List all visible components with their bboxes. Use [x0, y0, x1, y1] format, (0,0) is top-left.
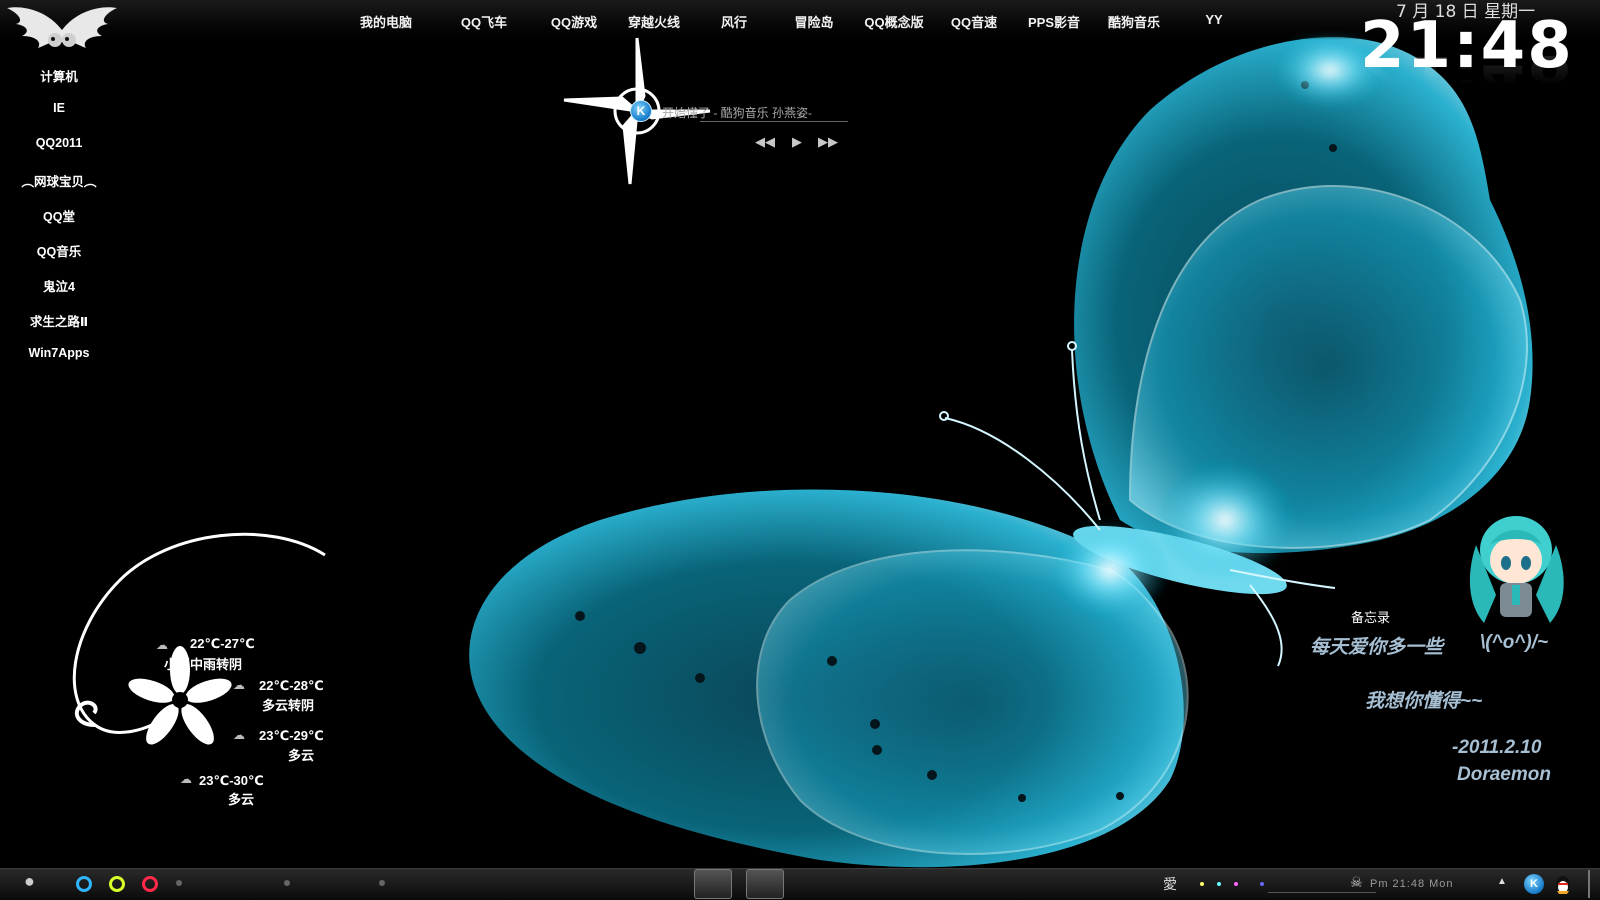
- progress-line: [700, 121, 848, 122]
- show-hidden-icons-button[interactable]: ▲: [1497, 876, 1507, 887]
- tray-divider: [1268, 892, 1376, 893]
- dock-item-qq-yinsu[interactable]: QQ音速: [951, 12, 997, 31]
- apple-start-icon[interactable]: ●: [24, 871, 35, 892]
- weather-today-temp: 22℃-27℃: [190, 636, 255, 651]
- tray-dot-icon: [1217, 882, 1221, 886]
- memo-emoticon: \(^o^)/~: [1480, 632, 1549, 653]
- weather-day2-temp: 22℃-28℃: [259, 678, 324, 693]
- memo-title: 备忘录: [1351, 610, 1391, 625]
- taskbar-window-button-1[interactable]: [694, 869, 732, 899]
- now-playing-title: 开始懂了 - 酷狗音乐 孙燕姿-: [662, 106, 812, 120]
- yellow-ring-icon[interactable]: [109, 876, 125, 892]
- cloudy-icon: ☁: [233, 678, 245, 692]
- skull-icon: ☠: [1350, 874, 1363, 890]
- weather-day4-desc: 多云: [228, 792, 255, 807]
- previous-track-button[interactable]: ◀◀: [755, 134, 775, 150]
- taskbar-window-button-2[interactable]: [746, 869, 784, 899]
- desktop-icon-win7apps[interactable]: Win7Apps: [29, 346, 90, 360]
- tray-dot-icon: [1200, 882, 1204, 886]
- winged-skull-logo-icon: [7, 7, 117, 48]
- desktop-icon-qq-music[interactable]: QQ音乐: [37, 241, 81, 260]
- weather-today-desc: 小到中雨转阴: [164, 657, 243, 672]
- desktop-icon-qq2011[interactable]: QQ2011: [36, 136, 83, 150]
- weather-day2-desc: 多云转阴: [262, 698, 315, 713]
- cloudy-icon: ☁: [180, 772, 192, 786]
- memo-author: Doraemon: [1457, 764, 1551, 785]
- red-ring-icon[interactable]: [142, 876, 158, 892]
- play-button[interactable]: ▶: [792, 134, 802, 150]
- tray-clock[interactable]: Pm 21:48 Mon: [1370, 878, 1454, 890]
- dock-item-qq-game[interactable]: QQ游戏: [551, 12, 597, 31]
- desktop-icon-devil-may-cry[interactable]: 鬼泣4: [43, 276, 75, 295]
- desktop-icon-left4dead2[interactable]: 求生之路Ⅱ: [30, 311, 88, 330]
- dock-item-my-computer[interactable]: 我的电脑: [360, 12, 412, 31]
- tray-love-text[interactable]: 愛: [1163, 874, 1177, 894]
- dock-item-yy[interactable]: YY: [1205, 12, 1222, 27]
- weather-day4-temp: 23℃-30℃: [199, 773, 264, 788]
- tray-dot-icon: [1260, 882, 1264, 886]
- dock-dot-icon[interactable]: [176, 880, 182, 886]
- blue-ring-icon[interactable]: [76, 876, 92, 892]
- dock-item-crossfire[interactable]: 穿越火线: [628, 12, 680, 31]
- dock-item-maplestory[interactable]: 冒险岛: [794, 12, 833, 31]
- tray-dot-icon: [1234, 882, 1238, 886]
- show-desktop-button[interactable]: [1588, 870, 1590, 898]
- dock-dot-icon[interactable]: [379, 880, 385, 886]
- weather-day3-desc: 多云: [288, 748, 315, 763]
- dock-item-qq-concept[interactable]: QQ概念版: [864, 12, 923, 31]
- desktop-icon-tennis[interactable]: ︵网球宝贝︵: [21, 171, 96, 190]
- desktop-icon-ie[interactable]: IE: [53, 101, 65, 115]
- desktop-icon-computer[interactable]: 计算机: [40, 66, 78, 85]
- anime-mascot-icon: [1469, 516, 1564, 623]
- rain-cloud-icon: ☁: [156, 638, 168, 652]
- kugou-icon[interactable]: K: [630, 100, 652, 122]
- memo-date: -2011.2.10: [1452, 737, 1542, 758]
- dock-item-kugou[interactable]: 酷狗音乐: [1108, 12, 1160, 31]
- next-track-button[interactable]: ▶▶: [818, 134, 838, 150]
- dock-item-fengxing[interactable]: 风行: [721, 12, 747, 31]
- dock-item-pps[interactable]: PPS影音: [1028, 12, 1080, 31]
- desktop-icon-qqtang[interactable]: QQ堂: [43, 206, 75, 225]
- weather-day3-temp: 23℃-29℃: [259, 728, 324, 743]
- dock-dot-icon[interactable]: [284, 880, 290, 886]
- dock-item-qq-speed[interactable]: QQ飞车: [461, 12, 507, 31]
- tray-qq-penguin-icon[interactable]: [1554, 873, 1572, 895]
- tray-kugou-icon[interactable]: K: [1524, 874, 1544, 894]
- memo-line-1: 每天爱你多一些: [1310, 637, 1444, 658]
- cloudy-icon: ☁: [233, 728, 245, 742]
- clock-time-reflection: 21:48: [1360, 41, 1574, 115]
- memo-line-2: 我想你懂得~~: [1365, 691, 1483, 712]
